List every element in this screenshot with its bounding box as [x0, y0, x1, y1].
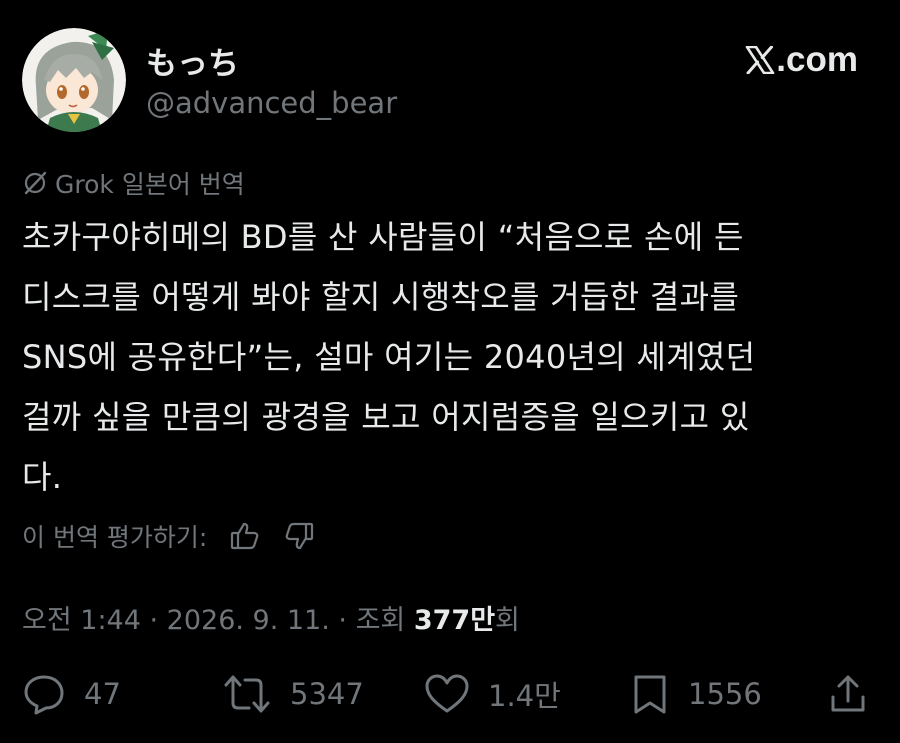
views-suffix: 회	[495, 605, 520, 636]
repost-button[interactable]: 5347	[222, 673, 364, 715]
x-com-suffix: .com	[776, 40, 858, 79]
tweet-date[interactable]: 2026. 9. 11.	[167, 605, 330, 636]
tweet-text-line: 걸까 싶을 만큼의 광경을 보고 어지럼증을 일으키고 있	[22, 398, 750, 436]
tweet-text-line: SNS에 공유한다”는, 설마 여기는 2040년의 세계였던	[22, 338, 756, 376]
views-count: 377만	[413, 605, 496, 636]
reply-button[interactable]: 47	[22, 673, 121, 715]
like-count: 1.4만	[488, 679, 561, 713]
bookmark-button[interactable]: 1556	[630, 673, 762, 715]
grok-icon	[22, 170, 48, 196]
share-icon	[828, 673, 868, 715]
bookmark-count: 1556	[688, 677, 762, 711]
like-button[interactable]: 1.4만	[424, 673, 561, 715]
translation-label: Grok 일본어 번역	[55, 170, 245, 199]
avatar-image	[22, 28, 126, 132]
meta-separator: ·	[329, 605, 356, 636]
repost-icon	[222, 673, 272, 715]
reply-count: 47	[84, 677, 121, 711]
x-com-brand: .com	[745, 40, 858, 80]
author-display-name[interactable]: もっち	[146, 38, 239, 83]
repost-count: 5347	[290, 677, 364, 711]
thumbs-up-icon[interactable]	[229, 521, 261, 551]
tweet-time[interactable]: 오전 1:44	[22, 605, 141, 636]
rate-translation-label: 이 번역 평가하기:	[22, 523, 208, 552]
bookmark-icon	[630, 673, 670, 715]
author-handle[interactable]: @advanced_bear	[146, 86, 397, 120]
tweet-text-line: 디스크를 어떻게 봐야 할지 시행착오를 거듭한 결과를	[22, 278, 740, 316]
tweet-meta: 오전 1:44 · 2026. 9. 11. · 조회 377만회	[22, 598, 520, 637]
meta-separator: ·	[140, 605, 167, 636]
tweet-text-line: 초카구야히메의 BD를 산 사람들이 “처음으로 손에 든	[22, 218, 744, 256]
reply-icon	[22, 673, 66, 715]
tweet-text-line: 다.	[22, 458, 63, 496]
thumbs-down-icon[interactable]	[283, 521, 315, 551]
tweet-text: 초카구야히메의 BD를 산 사람들이 “처음으로 손에 든 디스크를 어떻게 봐…	[22, 207, 882, 507]
share-button[interactable]	[828, 673, 868, 715]
x-logo-icon	[745, 46, 775, 74]
rate-translation-row: 이 번역 평가하기:	[22, 518, 315, 554]
views-label: 조회	[355, 605, 414, 636]
translation-label-row[interactable]: Grok 일본어 번역	[22, 165, 245, 201]
avatar[interactable]	[22, 28, 126, 132]
heart-icon	[424, 673, 470, 715]
tweet-actions: 47 5347 1.4만 1556	[22, 673, 872, 719]
